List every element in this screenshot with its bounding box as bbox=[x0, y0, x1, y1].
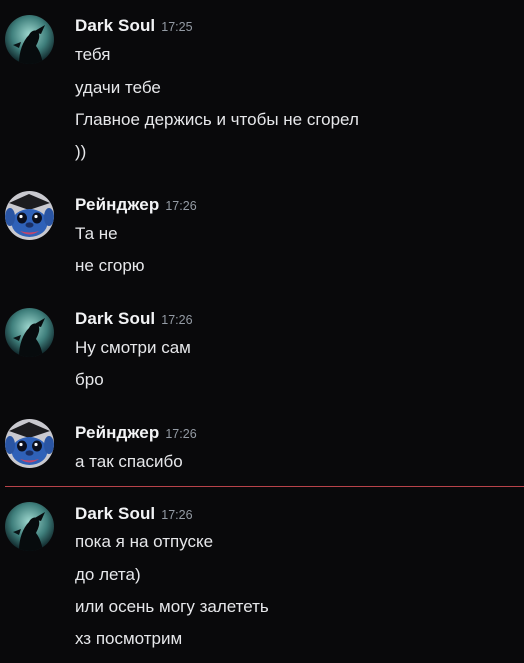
message-text: Ну смотри сам bbox=[75, 338, 191, 357]
message-text: пока я на отпуске bbox=[75, 532, 214, 551]
message-text: бро bbox=[75, 370, 104, 389]
message-text: а так спасибо bbox=[75, 452, 183, 471]
timestamp: 17:26 bbox=[161, 508, 193, 522]
chat-message-list: Dark Soul 17:25 тебя удачи тебе Главное д… bbox=[0, 0, 524, 663]
dark-soul-avatar-icon[interactable] bbox=[5, 15, 54, 64]
author-name[interactable]: Dark Soul bbox=[75, 309, 155, 328]
message-text: до лета) bbox=[75, 565, 141, 584]
author-name[interactable]: Dark Soul bbox=[75, 504, 155, 523]
message-header: Dark Soul 17:26 bbox=[75, 309, 193, 329]
dark-soul-avatar-icon[interactable] bbox=[5, 308, 54, 357]
stitch-avatar-icon[interactable] bbox=[5, 419, 54, 468]
timestamp: 17:26 bbox=[161, 313, 193, 327]
message-text: тебя bbox=[75, 45, 111, 64]
message-text: Та не bbox=[75, 224, 118, 243]
timestamp: 17:26 bbox=[165, 199, 197, 213]
stitch-avatar-icon[interactable] bbox=[5, 191, 54, 240]
new-messages-divider bbox=[5, 486, 524, 487]
message-text: хз посмотрим bbox=[75, 629, 183, 648]
message-text: удачи тебе bbox=[75, 78, 161, 97]
author-name[interactable]: Dark Soul bbox=[75, 16, 155, 35]
message-text: )) bbox=[75, 142, 87, 161]
message-header: Рейнджер 17:26 bbox=[75, 195, 197, 215]
author-name[interactable]: Рейнджер bbox=[75, 195, 159, 214]
dark-soul-avatar-icon[interactable] bbox=[5, 502, 54, 551]
message-text: не сгорю bbox=[75, 256, 145, 275]
message-header: Dark Soul 17:25 bbox=[75, 16, 193, 36]
timestamp: 17:26 bbox=[165, 427, 197, 441]
author-name[interactable]: Рейнджер bbox=[75, 423, 159, 442]
message-header: Dark Soul 17:26 bbox=[75, 504, 193, 524]
message-header: Рейнджер 17:26 bbox=[75, 423, 197, 443]
message-text: Главное держись и чтобы не сгорел bbox=[75, 110, 359, 129]
timestamp: 17:25 bbox=[161, 20, 193, 34]
message-text: или осень могу залететь bbox=[75, 597, 269, 616]
